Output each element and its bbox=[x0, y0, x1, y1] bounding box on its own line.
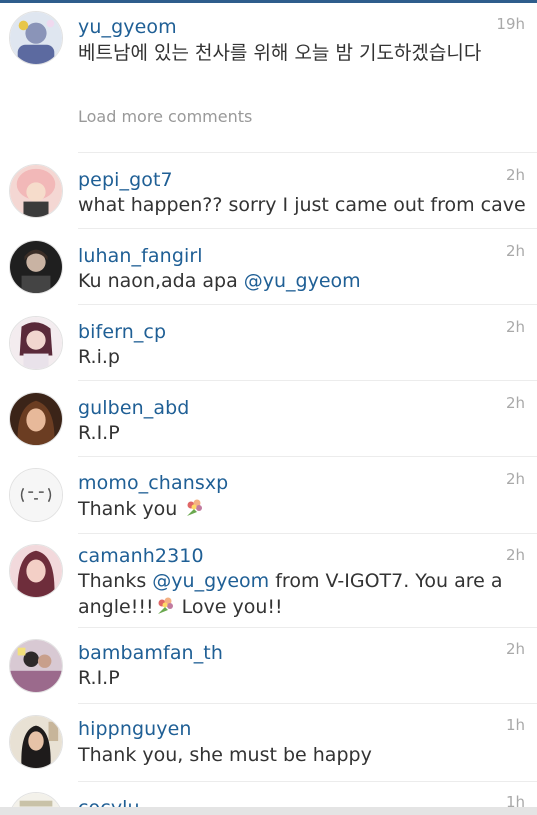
comment-time: 19h bbox=[496, 15, 525, 33]
avatar[interactable] bbox=[9, 392, 63, 446]
comment-item: camanh2310 2h Thanks @yu_gyeom from V-IG… bbox=[0, 534, 537, 628]
comment-time: 2h bbox=[505, 394, 525, 412]
comment-text-part: Ku naon,ada apa bbox=[78, 270, 244, 292]
avatar[interactable] bbox=[9, 164, 63, 218]
profile-photo-icon bbox=[10, 640, 62, 692]
avatar[interactable] bbox=[9, 639, 63, 693]
comment-item: yu_gyeom 19h 베트남에 있는 천사를 위해 오늘 밤 기도하겠습니다 bbox=[0, 0, 537, 80]
comment-username[interactable]: bifern_cp bbox=[78, 320, 166, 344]
comment-text: R.I.P bbox=[78, 422, 120, 444]
comment-time: 2h bbox=[505, 640, 525, 658]
comment-username[interactable]: camanh2310 bbox=[78, 544, 204, 568]
comment-time: 2h bbox=[505, 546, 525, 564]
comment-text: Thank you, she must be happy bbox=[78, 744, 372, 766]
mention-link[interactable]: @yu_gyeom bbox=[244, 270, 361, 292]
comment-time: 2h bbox=[505, 470, 525, 488]
comment-text-part: angle!!! bbox=[78, 596, 154, 618]
comment-username[interactable]: luhan_fangirl bbox=[78, 244, 203, 268]
comment-text: Thank you bbox=[78, 496, 523, 522]
comment-item: luhan_fangirl 2h Ku naon,ada apa @yu_gye… bbox=[0, 229, 537, 305]
profile-photo-icon bbox=[10, 12, 62, 64]
comment-item: momo_chansxp 2h Thank you bbox=[0, 457, 537, 534]
avatar[interactable] bbox=[9, 316, 63, 370]
comment-item: bifern_cp 2h R.i.p bbox=[0, 305, 537, 381]
comment-username[interactable]: hippnguyen bbox=[78, 717, 192, 741]
profile-photo-icon bbox=[10, 241, 62, 293]
comment-username[interactable]: momo_chansxp bbox=[78, 471, 228, 495]
load-more-comments-link[interactable]: Load more comments bbox=[78, 106, 252, 128]
comment-text-line-2: angle!!! Love you!! bbox=[78, 594, 523, 620]
comment-username[interactable]: gulben_abd bbox=[78, 396, 189, 420]
profile-photo-icon bbox=[10, 545, 62, 597]
comment-time: 1h bbox=[505, 716, 525, 734]
comment-text-part: from V-IGOT7. You are a bbox=[269, 570, 503, 592]
comment-text: what happen?? sorry I just came out from… bbox=[78, 194, 526, 216]
bottom-bar bbox=[0, 807, 537, 815]
profile-photo-icon bbox=[10, 165, 62, 217]
avatar[interactable] bbox=[9, 240, 63, 294]
profile-photo-icon bbox=[10, 716, 62, 768]
comment-text-part: Thanks bbox=[78, 570, 153, 592]
comment-time: 2h bbox=[505, 242, 525, 260]
comment-text-part: Thank you bbox=[78, 498, 178, 520]
comment-text: R.I.P bbox=[78, 667, 120, 689]
comment-item: hippnguyen 1h Thank you, she must be hap… bbox=[0, 704, 537, 782]
comment-item: bambamfan_th 2h R.I.P bbox=[0, 628, 537, 704]
comment-text-part: Love you!! bbox=[175, 596, 283, 618]
bouquet-emoji-icon bbox=[154, 596, 176, 616]
comment-time: 2h bbox=[505, 166, 525, 184]
avatar[interactable] bbox=[9, 544, 63, 598]
comment-item: pepi_got7 2h what happen?? sorry I just … bbox=[0, 153, 537, 229]
comment-text: Ku naon,ada apa @yu_gyeom bbox=[78, 268, 523, 294]
bouquet-emoji-icon bbox=[183, 498, 205, 518]
comment-text: R.i.p bbox=[78, 346, 120, 368]
comment-text: 베트남에 있는 천사를 위해 오늘 밤 기도하겠습니다 bbox=[78, 42, 482, 64]
comment-username[interactable]: yu_gyeom bbox=[78, 15, 177, 39]
avatar[interactable] bbox=[9, 11, 63, 65]
profile-photo-icon bbox=[10, 393, 62, 445]
avatar[interactable] bbox=[9, 715, 63, 769]
comment-time: 2h bbox=[505, 318, 525, 336]
comment-username[interactable]: pepi_got7 bbox=[78, 168, 173, 192]
avatar[interactable] bbox=[9, 468, 63, 522]
profile-photo-icon bbox=[10, 317, 62, 369]
comment-username[interactable]: bambamfan_th bbox=[78, 641, 223, 665]
comment-item: gulben_abd 2h R.I.P bbox=[0, 381, 537, 457]
mention-link[interactable]: @yu_gyeom bbox=[152, 570, 269, 592]
face-doodle-icon bbox=[10, 469, 62, 521]
comment-text-line-1: Thanks @yu_gyeom from V-IGOT7. You are a bbox=[78, 568, 523, 594]
